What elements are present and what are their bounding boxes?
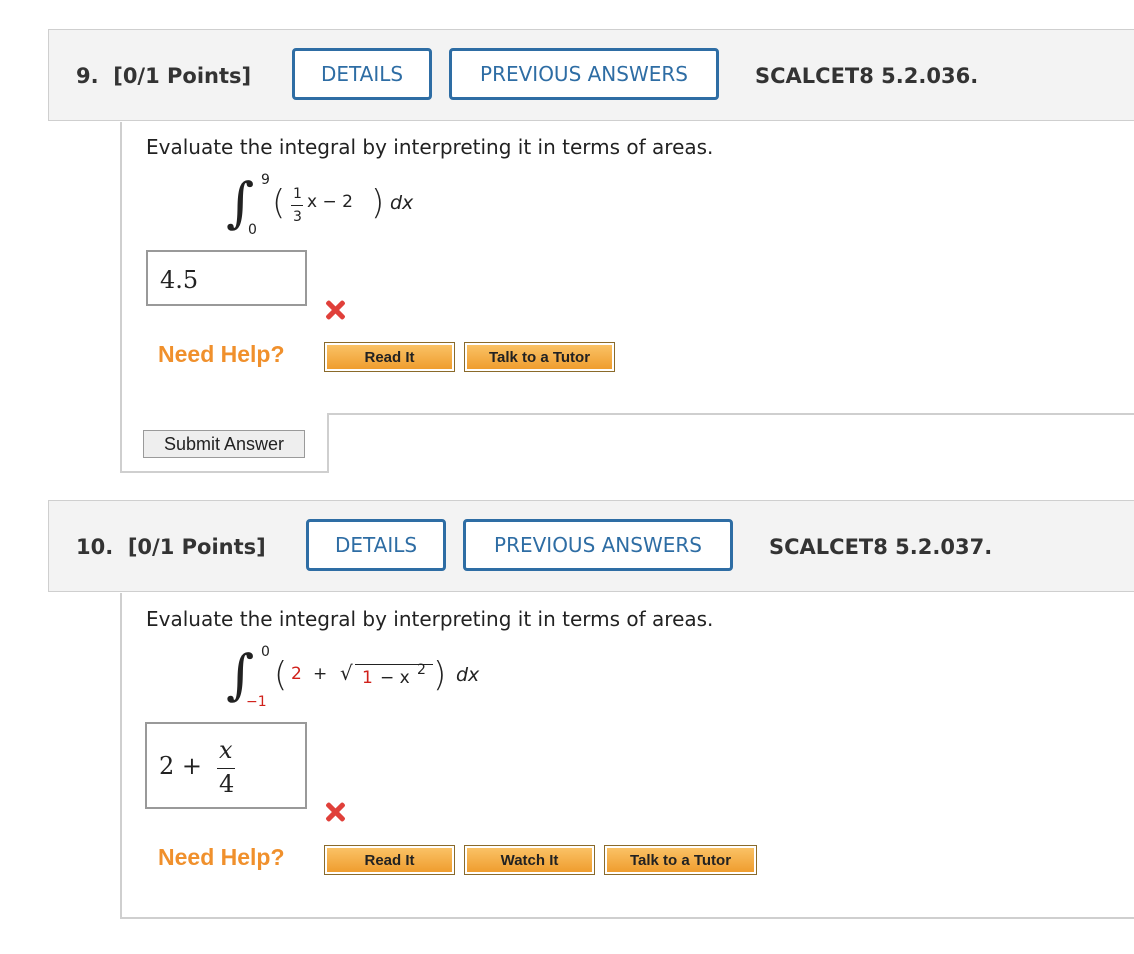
panel-left-edge: [120, 593, 122, 919]
answer-numerator: x: [219, 736, 233, 764]
panel-bottom-edge: [120, 917, 1134, 919]
question-10-header: 10. [0/1 Points] DETAILS PREVIOUS ANSWER…: [48, 500, 1134, 592]
need-help-label: Need Help?: [158, 844, 285, 870]
answer-input[interactable]: 4.5: [146, 250, 307, 306]
previous-answers-button[interactable]: PREVIOUS ANSWERS: [449, 48, 719, 100]
differential: dx: [390, 192, 414, 214]
left-paren: (: [272, 183, 286, 223]
answer-input[interactable]: 2 + x 4: [145, 722, 307, 809]
submit-tab-right-edge: [327, 413, 329, 473]
read-it-button[interactable]: Read It: [324, 845, 455, 875]
question-code: SCALCET8 5.2.037.: [769, 535, 993, 559]
details-button[interactable]: DETAILS: [306, 519, 446, 571]
answer-lead: 2 +: [159, 752, 203, 780]
answer-denominator: 4: [219, 770, 235, 798]
submit-tab-left-edge: [120, 122, 122, 473]
integral-lower-limit: 0: [248, 222, 257, 238]
previous-answers-button[interactable]: PREVIOUS ANSWERS: [463, 519, 733, 571]
question-10-points: [0/1 Points]: [127, 535, 266, 559]
talk-to-tutor-button[interactable]: Talk to a Tutor: [604, 845, 757, 875]
watch-it-button[interactable]: Watch It: [464, 845, 595, 875]
differential: dx: [456, 664, 480, 686]
question-10-number: 10. [0/1 Points]: [76, 535, 266, 559]
details-button[interactable]: DETAILS: [292, 48, 432, 100]
fraction-denominator: 3: [293, 209, 302, 225]
talk-to-tutor-button[interactable]: Talk to a Tutor: [464, 342, 615, 372]
question-9-number: 9. [0/1 Points]: [76, 64, 252, 88]
incorrect-icon: [323, 298, 347, 322]
sqrt-constant: 1: [362, 668, 373, 688]
right-paren: ): [433, 655, 447, 695]
fraction-numerator: 1: [293, 186, 302, 202]
answer-fraction-bar: [217, 768, 235, 769]
sqrt-symbol: √: [340, 661, 353, 685]
integral-upper-limit: 0: [261, 644, 270, 660]
incorrect-icon: [323, 800, 347, 824]
question-code: SCALCET8 5.2.036.: [755, 64, 979, 88]
right-paren: ): [371, 183, 385, 223]
submit-answer-button[interactable]: Submit Answer: [143, 430, 305, 458]
exponent: 2: [417, 662, 426, 678]
question-10-prompt: Evaluate the integral by interpreting it…: [146, 607, 714, 631]
panel-divider: [328, 413, 1134, 415]
plus-sign: +: [313, 664, 328, 684]
submit-tab-bottom-edge: [120, 471, 329, 473]
integral-lower-limit: −1: [246, 694, 267, 710]
fraction-bar: [291, 205, 303, 206]
integrand-constant: 2: [291, 664, 302, 684]
question-9-header: 9. [0/1 Points] DETAILS PREVIOUS ANSWERS…: [48, 29, 1134, 121]
answer-value: 4.5: [160, 266, 199, 294]
read-it-button[interactable]: Read It: [324, 342, 455, 372]
need-help-label: Need Help?: [158, 341, 285, 367]
left-paren: (: [274, 655, 288, 695]
integral-upper-limit: 9: [261, 172, 270, 188]
question-9-points: [0/1 Points]: [113, 64, 252, 88]
integrand-rest: x − 2: [307, 192, 353, 212]
sqrt-rest: − x: [380, 668, 410, 688]
question-9-prompt: Evaluate the integral by interpreting it…: [146, 135, 714, 159]
